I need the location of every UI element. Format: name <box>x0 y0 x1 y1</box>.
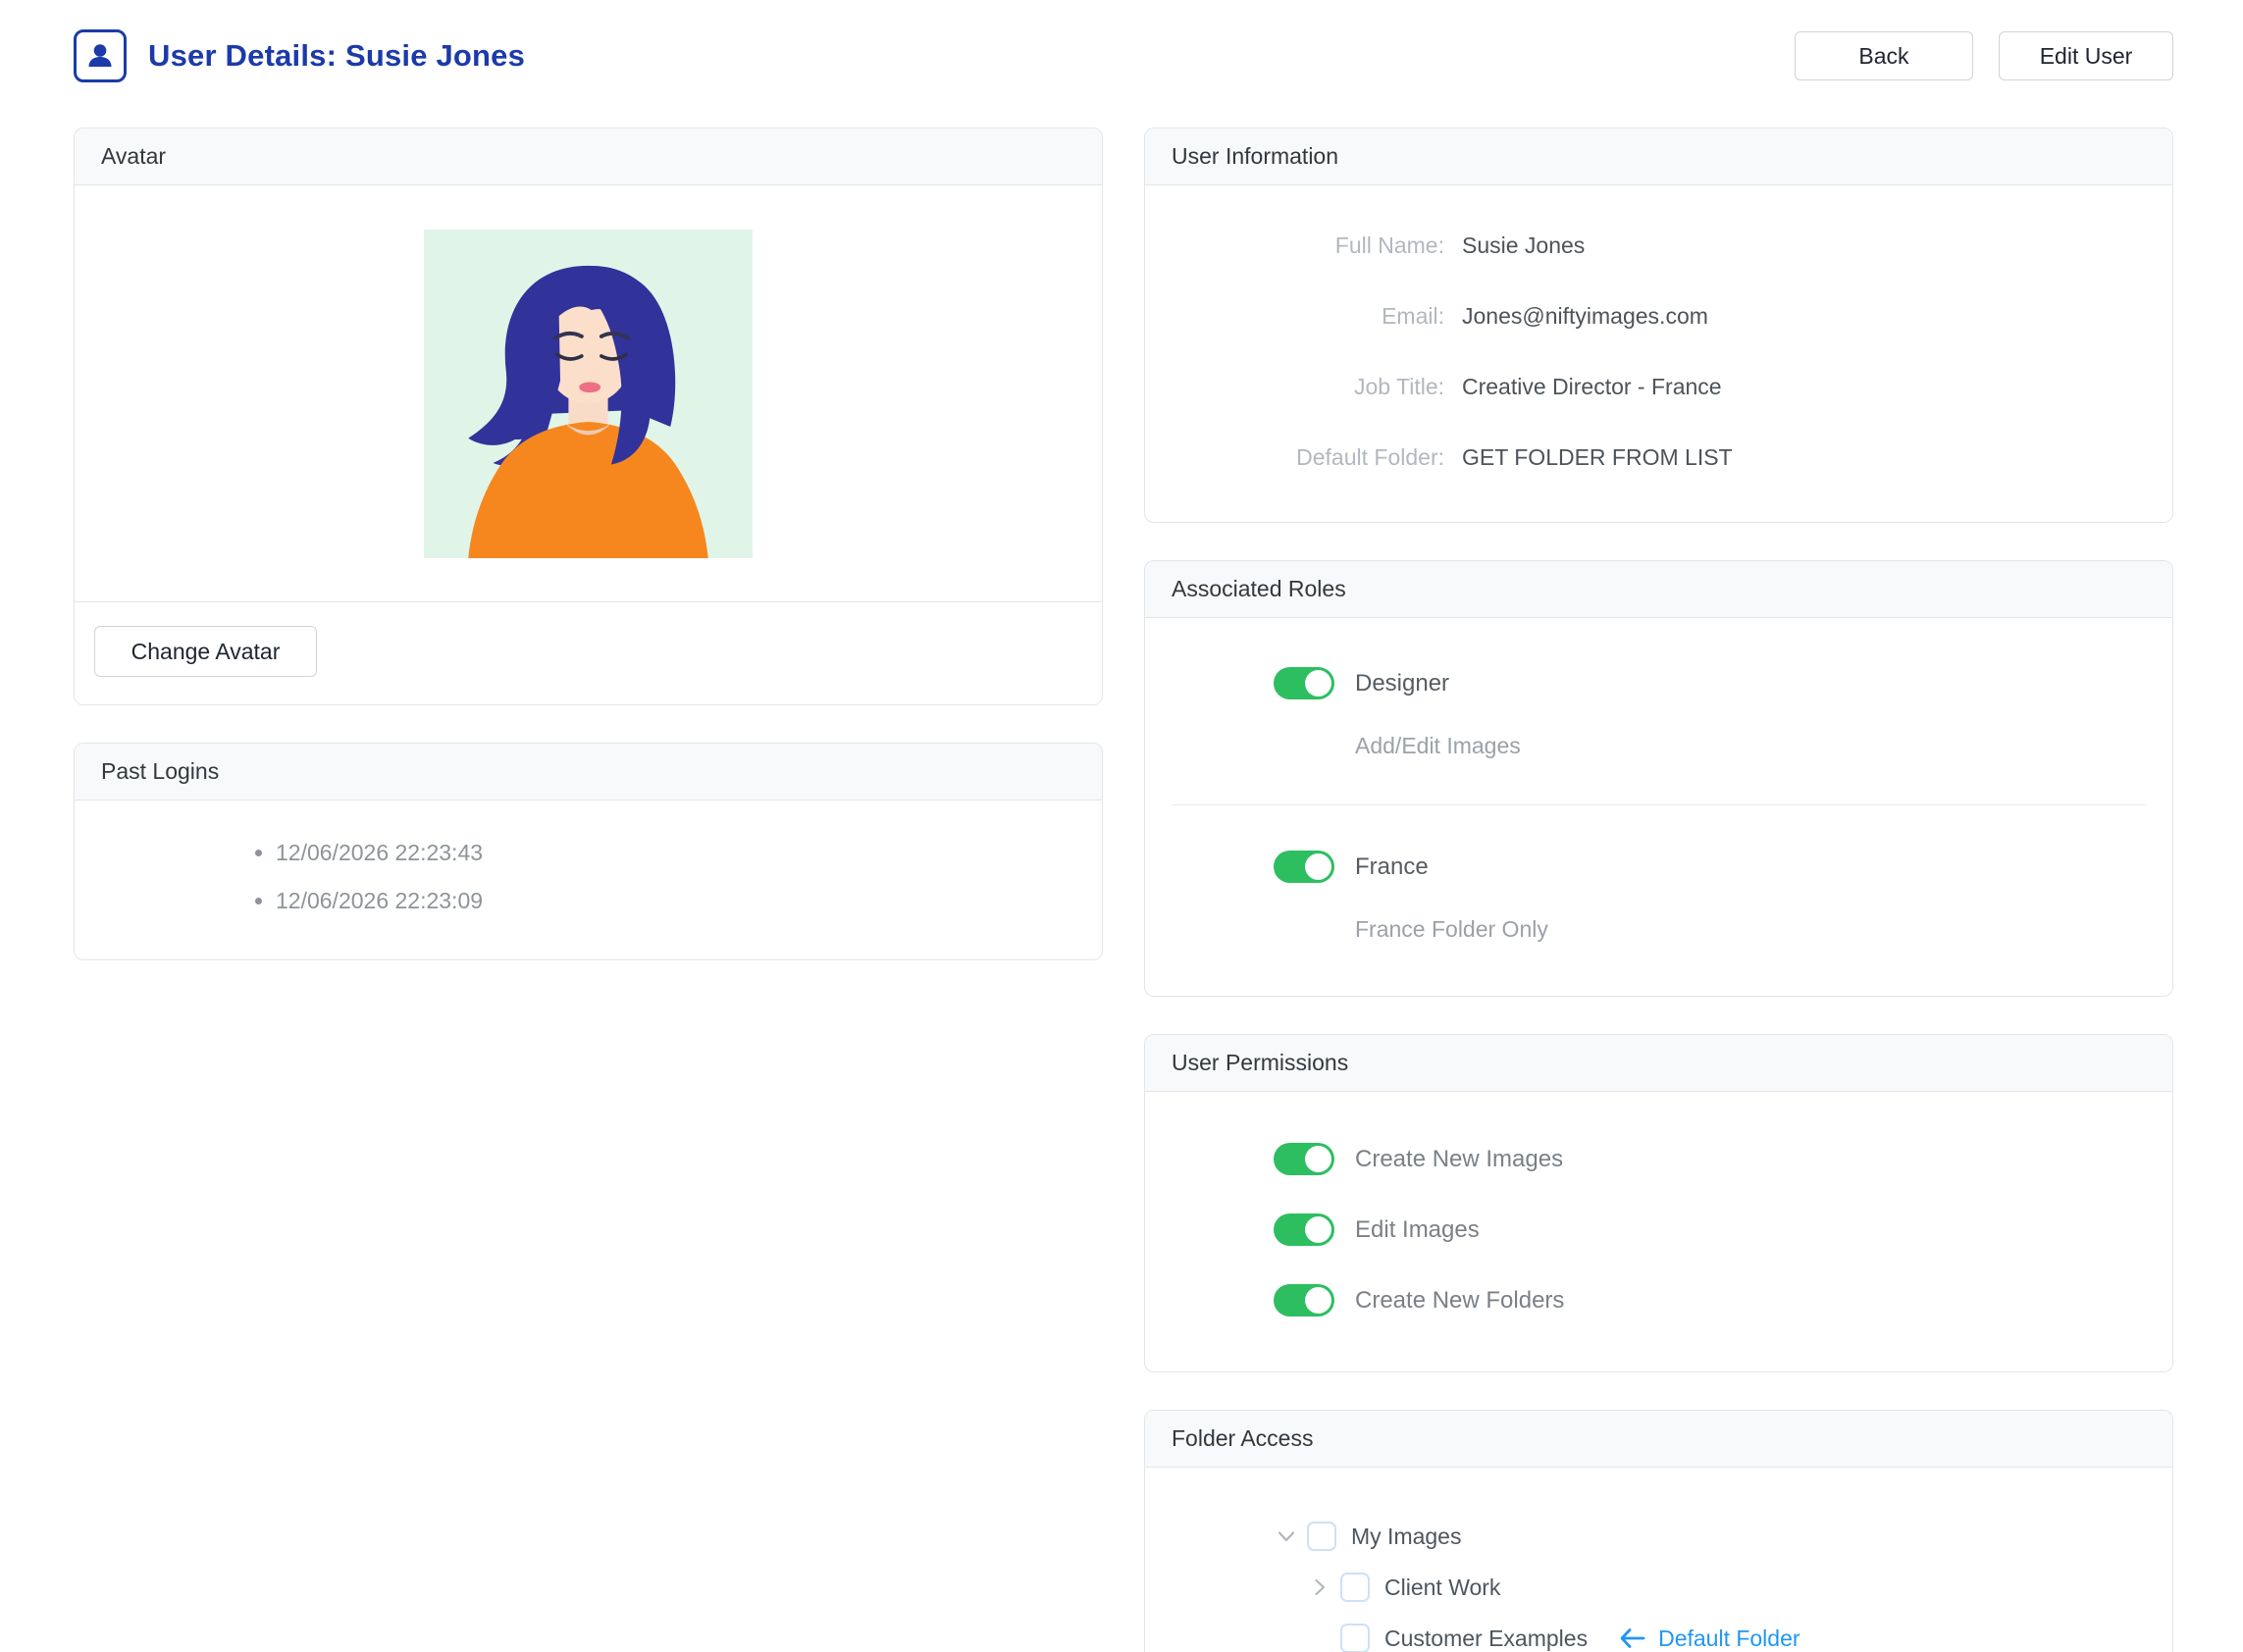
field-value: Jones@niftyimages.com <box>1462 303 1708 330</box>
role-name: France <box>1355 853 1429 881</box>
folder-tree: My Images Client Work Customer Examples <box>1145 1468 2172 1652</box>
info-row-email: Email: Jones@niftyimages.com <box>1172 303 2146 330</box>
arrow-left-icon <box>1617 1626 1646 1651</box>
tree-node-my-images: My Images <box>1172 1511 2146 1562</box>
past-logins-title: Past Logins <box>75 744 1102 800</box>
back-button[interactable]: Back <box>1795 31 1973 80</box>
permission-label: Create New Folders <box>1355 1287 1564 1315</box>
divider <box>1172 804 2146 805</box>
field-label: Full Name: <box>1172 232 1444 259</box>
folder-access-card: Folder Access My Images <box>1144 1410 2173 1652</box>
user-details-page: User Details: Susie Jones Back Edit User… <box>0 0 2243 1652</box>
user-information-card: User Information Full Name: Susie Jones … <box>1144 128 2173 523</box>
user-icon <box>74 29 127 82</box>
permission-create-new-images: Create New Images <box>1172 1143 2146 1175</box>
default-folder-label: Default Folder <box>1658 1626 1800 1652</box>
permission-edit-images: Edit Images <box>1172 1213 2146 1246</box>
role-description: Add/Edit Images <box>1355 733 2146 759</box>
role-toggle-france[interactable] <box>1274 851 1334 883</box>
user-permissions-card: User Permissions Create New Images Edit … <box>1144 1034 2173 1372</box>
role-france: France France Folder Only <box>1172 851 2146 943</box>
past-logins-card: Past Logins 12/06/2026 22:23:43 12/06/20… <box>74 743 1103 960</box>
tree-node-customer-examples: Customer Examples Default Folder <box>1172 1613 2146 1652</box>
login-entry: 12/06/2026 22:23:09 <box>276 888 1075 914</box>
chevron-right-icon[interactable] <box>1307 1575 1332 1600</box>
role-description: France Folder Only <box>1355 916 2146 943</box>
permission-label: Edit Images <box>1355 1216 1480 1244</box>
change-avatar-button[interactable]: Change Avatar <box>94 626 317 677</box>
user-permissions-title: User Permissions <box>1145 1035 2172 1092</box>
chevron-down-icon[interactable] <box>1274 1523 1299 1549</box>
past-logins-list: 12/06/2026 22:23:43 12/06/2026 22:23:09 <box>101 840 1075 914</box>
field-value: GET FOLDER FROM LIST <box>1462 444 1733 471</box>
login-entry: 12/06/2026 22:23:43 <box>276 840 1075 866</box>
field-label: Job Title: <box>1172 374 1444 400</box>
folder-checkbox-customer-examples[interactable] <box>1340 1624 1370 1652</box>
top-bar: User Details: Susie Jones Back Edit User <box>74 24 2173 88</box>
tree-node-client-work: Client Work <box>1172 1562 2146 1613</box>
avatar-image <box>424 230 753 558</box>
role-designer: Designer Add/Edit Images <box>1172 667 2146 759</box>
field-value: Creative Director - France <box>1462 374 1722 400</box>
folder-label[interactable]: Client Work <box>1384 1575 1500 1601</box>
permission-toggle-create-new-folders[interactable] <box>1274 1284 1334 1316</box>
right-column: User Information Full Name: Susie Jones … <box>1144 128 2173 1652</box>
info-row-job-title: Job Title: Creative Director - France <box>1172 374 2146 400</box>
edit-user-button[interactable]: Edit User <box>1999 31 2173 80</box>
permission-toggle-create-new-images[interactable] <box>1274 1143 1334 1175</box>
field-label: Email: <box>1172 303 1444 330</box>
user-information-title: User Information <box>1145 129 2172 185</box>
page-title: User Details: Susie Jones <box>148 38 525 74</box>
field-value: Susie Jones <box>1462 232 1585 259</box>
permission-toggle-edit-images[interactable] <box>1274 1213 1334 1246</box>
folder-label[interactable]: My Images <box>1351 1523 1461 1550</box>
info-row-full-name: Full Name: Susie Jones <box>1172 232 2146 259</box>
associated-roles-card: Associated Roles Designer Add/Edit Image… <box>1144 560 2173 997</box>
field-label: Default Folder: <box>1172 444 1444 471</box>
permission-create-new-folders: Create New Folders <box>1172 1284 2146 1316</box>
associated-roles-title: Associated Roles <box>1145 561 2172 618</box>
role-toggle-designer[interactable] <box>1274 667 1334 699</box>
folder-label[interactable]: Customer Examples <box>1384 1626 1588 1652</box>
left-column: Avatar <box>74 128 1103 960</box>
folder-checkbox-client-work[interactable] <box>1340 1573 1370 1602</box>
permission-label: Create New Images <box>1355 1146 1563 1173</box>
default-folder-indicator: Default Folder <box>1617 1626 1800 1652</box>
folder-checkbox-my-images[interactable] <box>1307 1522 1336 1551</box>
folder-access-title: Folder Access <box>1145 1411 2172 1468</box>
avatar-card-title: Avatar <box>75 129 1102 185</box>
info-row-default-folder: Default Folder: GET FOLDER FROM LIST <box>1172 444 2146 471</box>
avatar-card: Avatar <box>74 128 1103 705</box>
role-name: Designer <box>1355 670 1449 697</box>
